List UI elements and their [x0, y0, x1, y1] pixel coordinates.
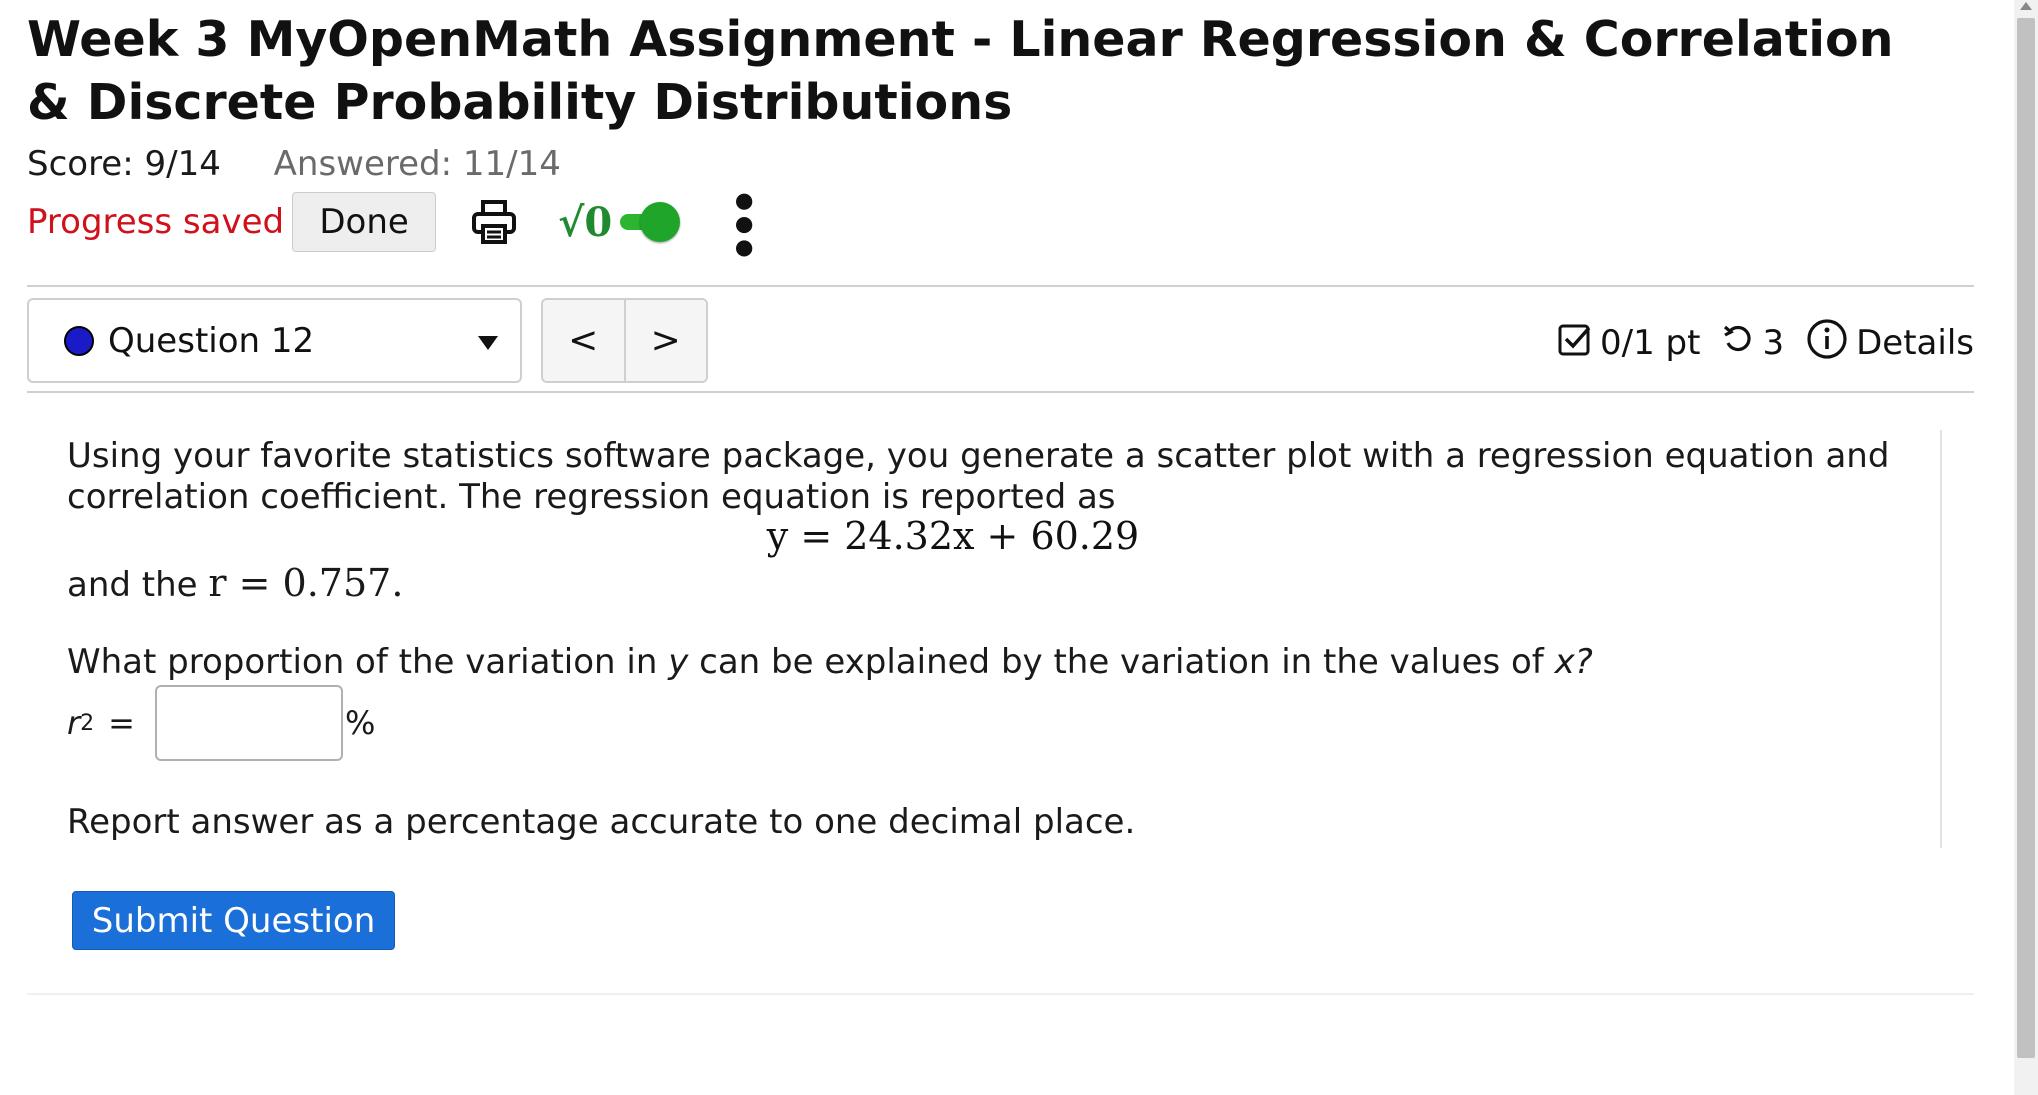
- answer-exponent: 2: [80, 710, 95, 736]
- print-icon[interactable]: [470, 198, 518, 246]
- x-variable: x?: [1554, 642, 1593, 682]
- more-options-icon[interactable]: •••: [716, 187, 770, 257]
- r-squared-answer-input[interactable]: [154, 685, 343, 761]
- page-title: Week 3 MyOpenMath Assignment - Linear Re…: [27, 11, 1894, 131]
- question-selector-label: Question 12: [108, 320, 315, 361]
- caret-down-icon: [478, 336, 498, 350]
- done-button[interactable]: Done: [292, 192, 437, 252]
- regression-equation: y = 24.32x + 60.29: [766, 514, 1140, 558]
- prompt-part-2: can be explained by the variation in the…: [699, 642, 1544, 682]
- vertical-scrollbar[interactable]: [2014, 0, 2038, 1095]
- assignment-toolbar: Progress saved Done √0 •••: [27, 187, 770, 257]
- prompt-part-1: What proportion of the variation in: [67, 642, 658, 682]
- percent-unit: %: [344, 704, 376, 742]
- question-intro: Using your favorite statistics software …: [67, 436, 1890, 517]
- divider: [27, 391, 1974, 393]
- details-link[interactable]: Details: [1856, 323, 1974, 363]
- score-text: Score: 9/14: [27, 144, 221, 184]
- report-instructions: Report answer as a percentage accurate t…: [67, 802, 1136, 842]
- scroll-up-arrow-icon[interactable]: [2020, 2, 2032, 10]
- progress-saved-status: Progress saved: [27, 202, 285, 242]
- next-question-button[interactable]: >: [623, 300, 706, 381]
- checkbox-icon: [1558, 322, 1592, 365]
- answer-row: r2 = %: [67, 685, 375, 761]
- correlation-line: and the r = 0.757.: [67, 555, 403, 613]
- scrollbar-thumb[interactable]: [2017, 18, 2035, 1058]
- question-meta: 0/1 pt 3 Details: [1558, 313, 1974, 373]
- divider: [27, 285, 1974, 287]
- answered-text: Answered: 11/14: [273, 144, 561, 184]
- divider: [27, 993, 1974, 995]
- points-text: 0/1 pt: [1600, 323, 1701, 363]
- math-entry-toggle[interactable]: [616, 202, 681, 242]
- info-icon[interactable]: [1806, 318, 1848, 369]
- y-variable: y: [668, 642, 689, 682]
- question-status-dot: [64, 325, 94, 356]
- question-nav-buttons: < >: [541, 298, 708, 383]
- r-value: r = 0.757.: [208, 561, 404, 605]
- answer-equals: =: [108, 704, 135, 742]
- and-the-text: and the: [67, 565, 198, 605]
- math-entry-icon: √0: [558, 198, 613, 246]
- answer-label: r: [67, 704, 81, 742]
- question-body: Using your favorite statistics software …: [27, 430, 1942, 848]
- retries-count: 3: [1762, 323, 1785, 363]
- submit-question-button[interactable]: Submit Question: [72, 891, 395, 950]
- page: Week 3 MyOpenMath Assignment - Linear Re…: [0, 0, 2038, 1095]
- question-selector[interactable]: Question 12: [27, 298, 522, 383]
- retry-icon: [1722, 323, 1754, 364]
- question-prompt: What proportion of the variation in y ca…: [67, 640, 1593, 684]
- score-line: Score: 9/14 Answered: 11/14: [27, 142, 561, 186]
- previous-question-button[interactable]: <: [543, 300, 624, 381]
- toggle-knob: [640, 202, 681, 242]
